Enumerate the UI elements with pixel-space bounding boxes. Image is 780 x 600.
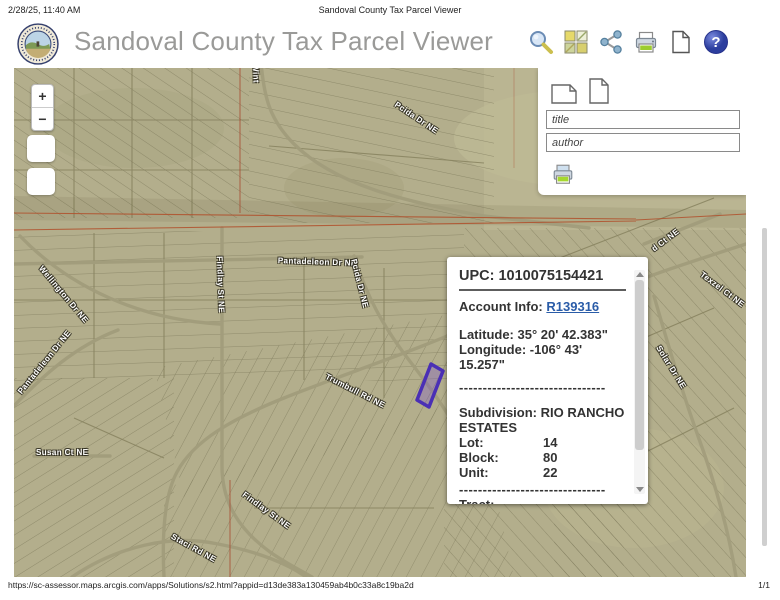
map-tool-button[interactable] bbox=[27, 168, 55, 195]
account-info-label: Account Info: bbox=[459, 299, 546, 314]
print-button[interactable] bbox=[551, 162, 575, 186]
scroll-down-arrow-icon[interactable] bbox=[636, 487, 644, 492]
popup-pointer bbox=[447, 376, 448, 398]
popup-dashed-divider: ------------------------------- bbox=[459, 482, 626, 497]
basemap-gallery-icon[interactable] bbox=[563, 29, 589, 55]
search-icon[interactable] bbox=[528, 29, 554, 55]
print-footer-url: https://sc-assessor.maps.arcgis.com/apps… bbox=[8, 580, 414, 590]
page-scrollbar-strip[interactable] bbox=[762, 228, 767, 546]
street-label: Findlay St NE bbox=[215, 256, 226, 313]
street-label: Susan Ct NE bbox=[36, 448, 88, 457]
document-icon[interactable] bbox=[668, 29, 694, 55]
help-icon[interactable]: ? bbox=[703, 29, 729, 55]
street-label: Wint bbox=[251, 68, 261, 83]
parcel-info-popup: UPC: 1010075154421 Account Info: R139316… bbox=[447, 257, 648, 504]
popup-subdivision: Subdivision: RIO RANCHO ESTATES bbox=[459, 405, 626, 435]
print-preview-page: { "print_header": { "datetime": "2/28/25… bbox=[0, 0, 780, 600]
print-header-title: Sandoval County Tax Parcel Viewer bbox=[0, 5, 780, 15]
svg-text:?: ? bbox=[711, 34, 720, 51]
portrait-page-icon[interactable] bbox=[588, 77, 610, 105]
block-label: Block: bbox=[459, 450, 543, 465]
lot-label: Lot: bbox=[459, 435, 543, 450]
popup-divider-line bbox=[459, 289, 626, 291]
popup-attribute-row: Unit: 22 bbox=[459, 465, 626, 480]
zoom-in-button[interactable]: + bbox=[32, 85, 53, 108]
app-title: Sandoval County Tax Parcel Viewer bbox=[74, 26, 493, 57]
lot-value: 14 bbox=[543, 435, 557, 450]
app-header: Sandoval County Tax Parcel Viewer bbox=[0, 20, 780, 68]
print-author-input[interactable] bbox=[546, 133, 740, 152]
popup-attribute-row: Block: 80 bbox=[459, 450, 626, 465]
share-icon[interactable] bbox=[598, 29, 624, 55]
popup-upc-title: UPC: 1010075154421 bbox=[459, 267, 626, 285]
popup-attribute-row: Lot: 14 bbox=[459, 435, 626, 450]
popup-clipped-row: Tract: bbox=[459, 497, 626, 504]
block-value: 80 bbox=[543, 450, 557, 465]
unit-label: Unit: bbox=[459, 465, 543, 480]
sandoval-county-seal-logo bbox=[17, 23, 59, 65]
scrollbar-thumb[interactable] bbox=[635, 280, 644, 450]
map-tool-button[interactable] bbox=[27, 135, 55, 162]
popup-latitude: Latitude: 35° 20' 42.383" bbox=[459, 327, 626, 342]
scroll-up-arrow-icon[interactable] bbox=[636, 272, 644, 277]
popup-account-row: Account Info: R139316 bbox=[459, 299, 626, 314]
unit-value: 22 bbox=[543, 465, 557, 480]
popup-dashed-divider: ------------------------------- bbox=[459, 380, 626, 395]
landscape-page-icon[interactable] bbox=[550, 81, 578, 105]
account-info-link[interactable]: R139316 bbox=[546, 299, 599, 314]
zoom-control: + − bbox=[31, 84, 54, 131]
popup-longitude: Longitude: -106° 43' 15.257" bbox=[459, 342, 626, 372]
popup-scrollbar[interactable] bbox=[634, 270, 645, 494]
print-footer-page-number: 1/1 bbox=[758, 580, 770, 590]
print-panel bbox=[538, 68, 746, 195]
print-icon[interactable] bbox=[633, 29, 659, 55]
print-title-input[interactable] bbox=[546, 110, 740, 129]
zoom-out-button[interactable]: − bbox=[32, 108, 53, 130]
header-toolbar: ? bbox=[528, 29, 729, 55]
